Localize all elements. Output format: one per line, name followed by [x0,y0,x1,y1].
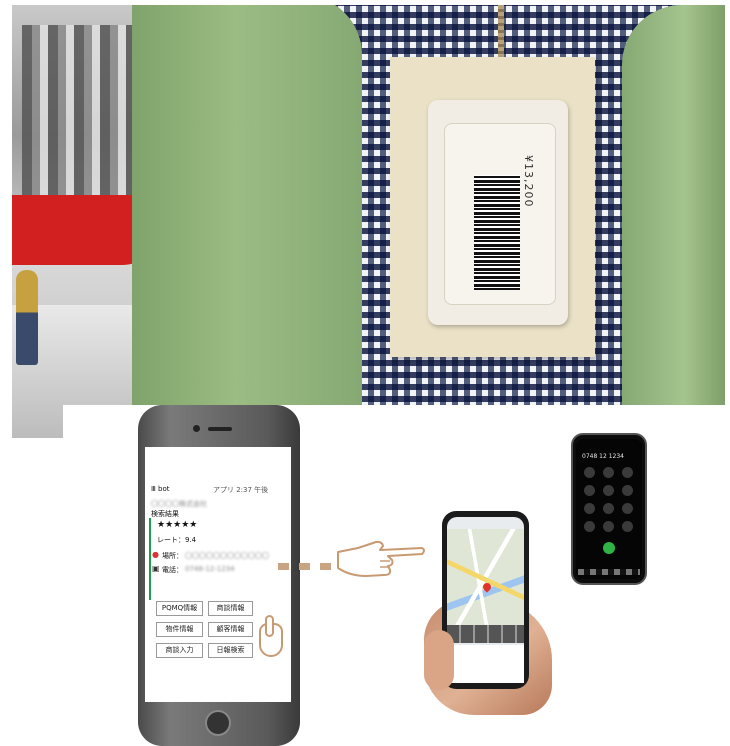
status-left: Ⅲ bot [151,485,170,493]
dial-key[interactable] [603,485,614,496]
deal-input-button[interactable]: 商談入力 [156,643,203,658]
dial-key[interactable] [603,467,614,478]
flow-dash [320,563,331,570]
green-cardigan-right [622,5,725,438]
dial-key[interactable] [584,485,595,496]
thumb [424,630,454,690]
green-cardigan-left [132,5,362,438]
rating-rate: レート：9.4 [157,536,197,544]
dial-key[interactable] [603,503,614,514]
barcode [474,175,520,290]
dial-key[interactable] [622,521,633,532]
pointing-hand-icon [337,540,425,577]
result-accent-bar [149,518,151,600]
customer-info-button[interactable]: 顧客情報 [208,622,253,637]
dial-key[interactable] [622,485,633,496]
property-info-button[interactable]: 物件情報 [156,622,203,637]
flow-dash [299,563,310,570]
speaker-grille [208,427,232,431]
dial-key[interactable] [584,467,595,478]
tap-finger-icon [265,615,274,637]
shopper-figure [16,270,38,365]
address-label: 場所： [162,552,183,560]
photo-strip [447,625,524,643]
map-view[interactable] [447,529,524,625]
dialer-tab-bar [578,569,640,575]
status-right: アプリ 2:37 午後 [213,486,269,494]
deal-info-button[interactable]: 商談情報 [208,601,253,616]
front-camera-icon [193,425,200,432]
daily-report-search-button[interactable]: 日報検索 [208,643,253,658]
pqmq-info-button[interactable]: PQMQ情報 [156,601,203,616]
clothing-rack [22,25,142,195]
home-button[interactable] [205,710,231,736]
phone-value[interactable]: 0748-12-1234 [185,565,235,573]
dialed-number: 0748 12 1234 [582,453,624,460]
app-flow-diagram: Ⅲ bot アプリ 2:37 午後 〇〇〇〇株式会社 検索結果 ★★★★★ レー… [63,405,725,746]
tag-price: ¥13,200 [522,155,535,208]
dial-key[interactable] [584,521,595,532]
phone-label: 電話： [162,566,183,574]
dial-key[interactable] [603,521,614,532]
clothing-tag-photo: ¥13,200 [12,5,725,438]
dial-key[interactable] [622,503,633,514]
phone-icon: ▣ [152,564,160,573]
call-button[interactable] [603,542,615,554]
map-pin-icon: ● [152,550,159,559]
place-info-card [447,645,524,683]
company-name: 〇〇〇〇株式会社 [151,500,207,508]
rating-stars: ★★★★★ [157,520,198,530]
dial-key[interactable] [584,503,595,514]
flow-dash [278,563,289,570]
address-value[interactable]: 〇〇〇〇〇〇〇〇〇〇〇〇 [185,551,269,561]
section-title: 検索結果 [151,510,179,518]
dial-key[interactable] [622,467,633,478]
